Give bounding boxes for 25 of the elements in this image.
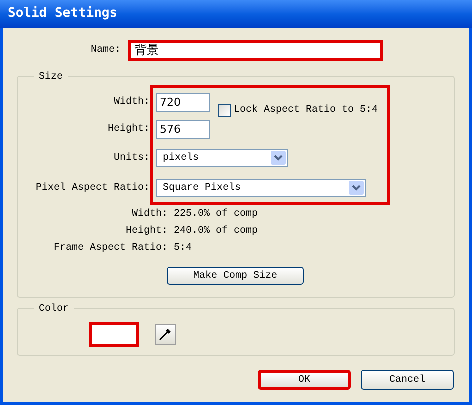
info-value: 5:4 bbox=[174, 242, 192, 256]
eyedropper-button[interactable] bbox=[155, 324, 176, 344]
info-label: Frame Aspect Ratio: bbox=[52, 242, 168, 256]
checkbox-label: Lock Aspect Ratio to 5:4 bbox=[234, 104, 378, 118]
width-field[interactable]: 720 bbox=[156, 93, 210, 112]
checkbox[interactable] bbox=[218, 104, 231, 117]
info-label: Width: bbox=[130, 208, 168, 222]
window-title: Solid Settings bbox=[8, 5, 118, 24]
height-field[interactable]: 576 bbox=[156, 120, 210, 139]
dialog-button[interactable]: Cancel bbox=[361, 370, 454, 390]
eyedropper-icon bbox=[158, 326, 173, 342]
field-label: Pixel Aspect Ratio: bbox=[34, 182, 150, 196]
name-field[interactable]: 背景 bbox=[128, 40, 383, 61]
info-label: Height: bbox=[124, 224, 168, 239]
color-swatch[interactable] bbox=[89, 322, 139, 346]
units-dropdown[interactable]: pixels bbox=[156, 149, 288, 167]
info-value: 225.0% of comp bbox=[174, 208, 258, 222]
field-label: Name: bbox=[90, 44, 121, 58]
dialog-button[interactable]: OK bbox=[258, 370, 351, 390]
make-comp-size-button[interactable]: Make Comp Size bbox=[167, 267, 304, 285]
field-label: Height: bbox=[106, 122, 150, 137]
field-label: Width: bbox=[112, 96, 150, 110]
info-value: 240.0% of comp bbox=[174, 224, 258, 239]
pixel-aspect-dropdown[interactable]: Square Pixels bbox=[156, 179, 366, 197]
field-label: Units: bbox=[112, 152, 150, 166]
